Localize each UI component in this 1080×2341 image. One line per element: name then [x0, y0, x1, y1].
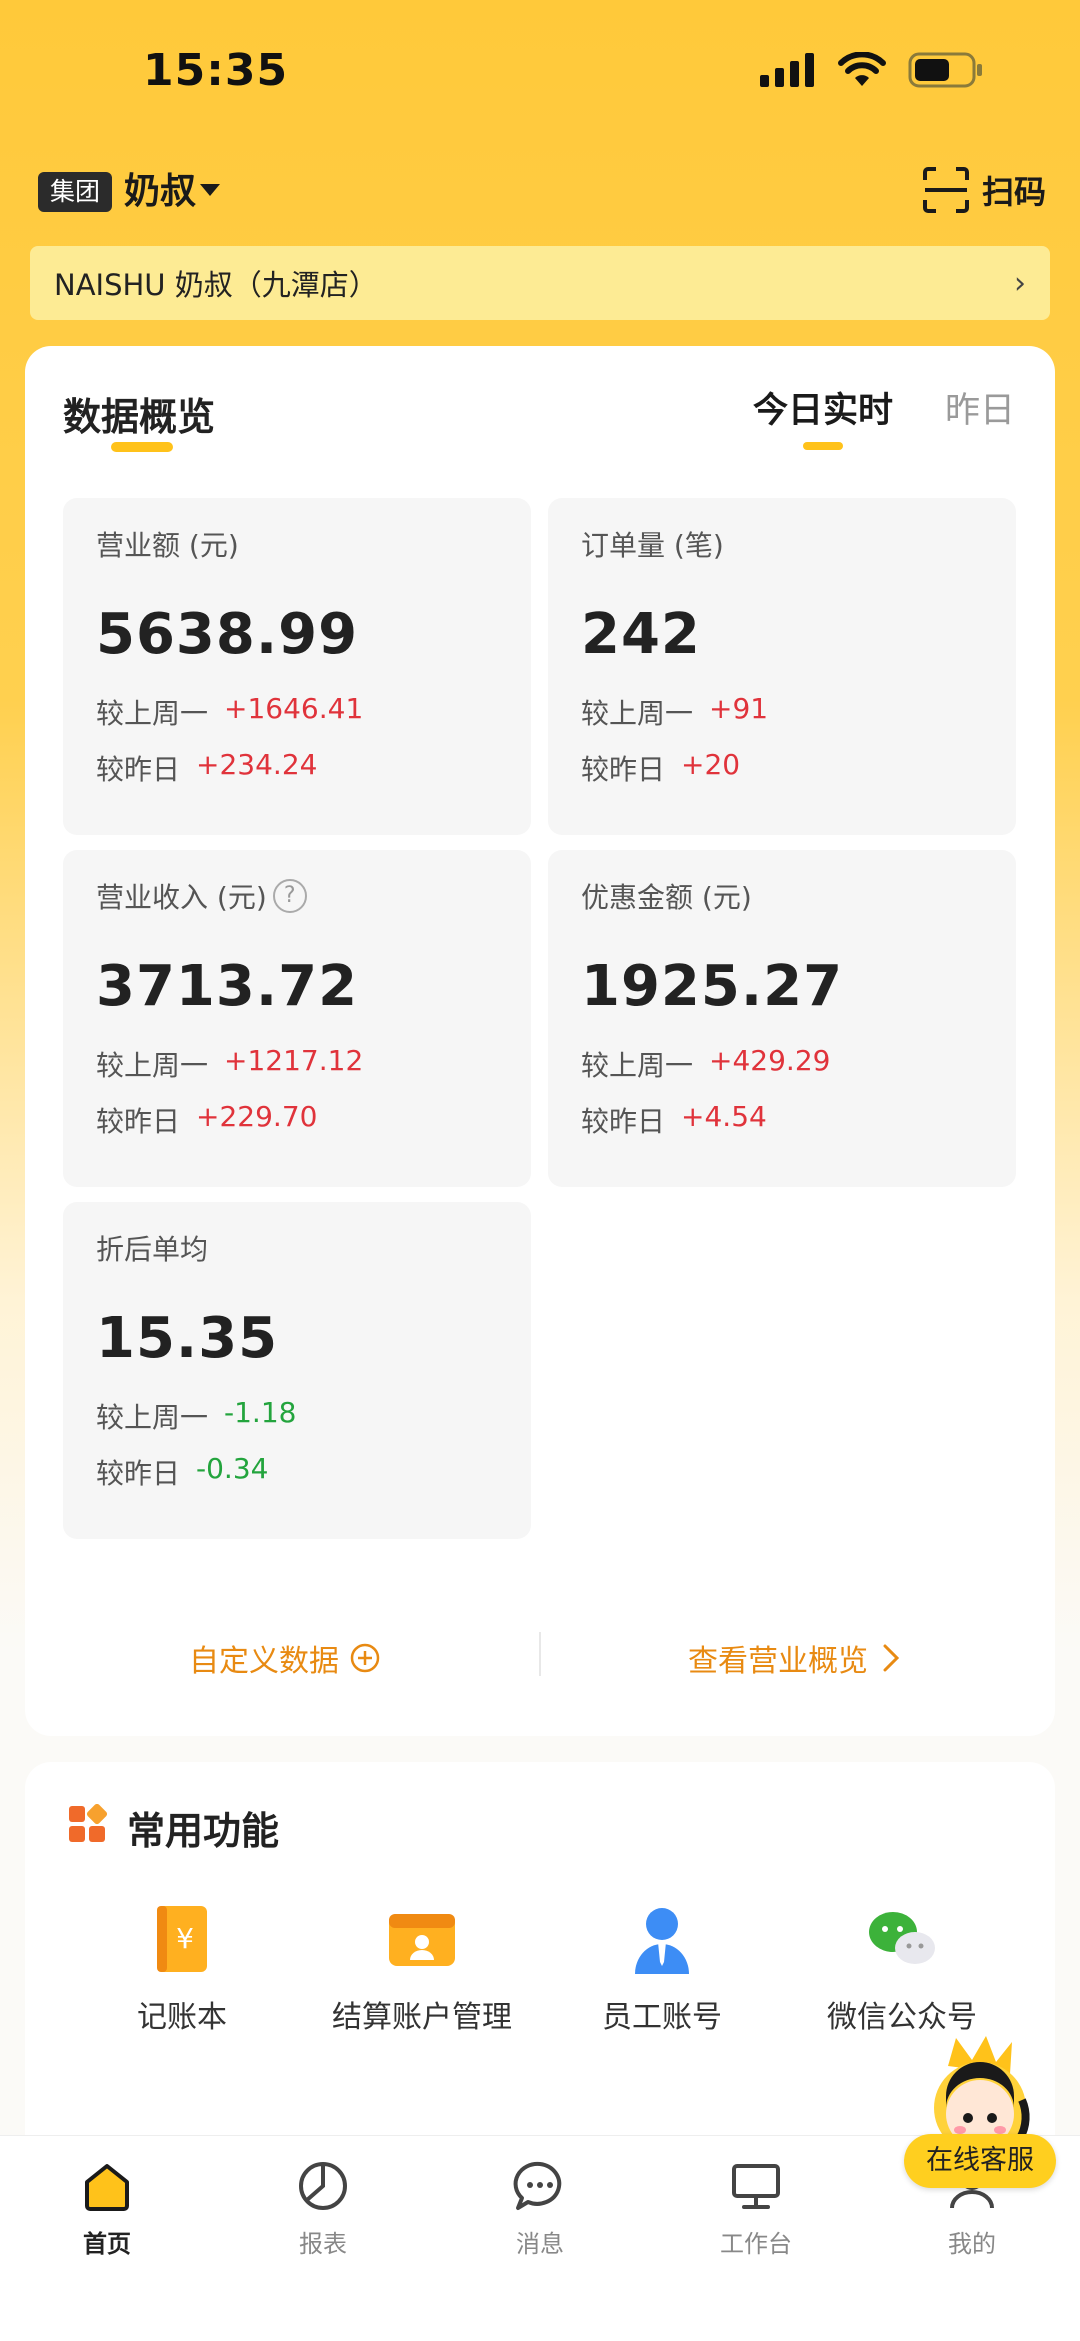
wow-value: +1646.41 [224, 692, 364, 725]
dod-value: +229.70 [196, 1100, 318, 1133]
wow-label: 较上周一 [96, 1401, 209, 1434]
wow-label: 较上周一 [96, 1049, 209, 1082]
status-bar: 15:35 [0, 0, 1080, 150]
dod-value: +20 [681, 748, 741, 781]
footer-divider [539, 1632, 541, 1676]
wow-value: +1217.12 [224, 1044, 364, 1077]
top-bar: 集团 奶叔 扫码 [0, 160, 1080, 224]
workbench-icon [732, 2164, 780, 2209]
chevron-right-icon [883, 1644, 900, 1672]
function-staff-account[interactable]: 员工账号 [537, 1902, 787, 2036]
wow-label: 较上周一 [581, 1049, 694, 1082]
metric-wow-row: 较上周一 +1646.41 [96, 692, 363, 732]
active-tab-indicator [803, 442, 843, 450]
dod-label: 较昨日 [96, 1105, 181, 1138]
tab-today-realtime[interactable]: 今日实时 [753, 382, 893, 433]
overview-title: 数据概览 [63, 395, 216, 439]
tab-report[interactable]: 报表 [233, 2156, 413, 2259]
metric-value: 15.35 [96, 1306, 279, 1371]
svg-text:¥: ¥ [176, 1922, 194, 1955]
store-selector[interactable]: NAISHU 奶叔（九潭店） › [30, 246, 1050, 320]
data-overview-card: 数据概览 今日实时 昨日 营业额 (元) 5638.99 较上周一 +1646.… [25, 346, 1055, 1736]
dod-label: 较昨日 [96, 753, 181, 786]
signal-icon [760, 53, 814, 87]
metric-wow-row: 较上周一 +91 [581, 692, 768, 732]
function-settlement-account[interactable]: 结算账户管理 [297, 1902, 547, 2036]
metric-label: 优惠金额 (元) [581, 881, 752, 914]
function-ledger[interactable]: ¥ 记账本 [57, 1902, 307, 2036]
tab-messages[interactable]: 消息 [450, 2156, 630, 2259]
home-icon [85, 2164, 129, 2211]
metric-label: 营业额 (元) [96, 529, 239, 562]
battery-icon [908, 52, 982, 88]
metric-dod-row: 较昨日 +4.54 [581, 1100, 767, 1140]
tab-yesterday[interactable]: 昨日 [945, 382, 1015, 433]
dod-label: 较昨日 [581, 1105, 666, 1138]
dod-label: 较昨日 [581, 753, 666, 786]
metric-wow-row: 较上周一 -1.18 [96, 1396, 296, 1436]
metric-value: 3713.72 [96, 954, 359, 1019]
help-icon[interactable]: ? [272, 879, 307, 913]
custom-data-button[interactable]: 自定义数据 [189, 1636, 381, 1680]
metric-wow-row: 较上周一 +429.29 [581, 1044, 830, 1084]
metric-value: 1925.27 [581, 954, 844, 1019]
org-selector[interactable]: 奶叔 [124, 166, 196, 218]
metric-card-income[interactable]: 营业收入 (元) ? 3713.72 较上周一 +1217.12 较昨日 +22… [63, 850, 531, 1187]
caret-down-icon[interactable] [200, 184, 220, 196]
dod-value: +4.54 [681, 1100, 767, 1133]
wow-label: 较上周一 [581, 697, 694, 730]
staff-icon [635, 1908, 689, 1974]
chevron-right-icon: › [1014, 265, 1026, 301]
overview-footer: 自定义数据 查看营业概览 [25, 1626, 1055, 1696]
wifi-icon [838, 52, 886, 86]
metric-wow-row: 较上周一 +1217.12 [96, 1044, 363, 1084]
wow-label: 较上周一 [96, 697, 209, 730]
function-wechat-official[interactable]: 微信公众号 [777, 1902, 1027, 2036]
tab-home[interactable]: 首页 [17, 2156, 197, 2259]
status-icons [760, 52, 984, 88]
metric-dod-row: 较昨日 +20 [581, 748, 740, 788]
add-circle-icon [350, 1643, 380, 1673]
message-icon [513, 2161, 562, 2210]
dod-value: +234.24 [196, 748, 318, 781]
metric-dod-row: 较昨日 +234.24 [96, 748, 317, 788]
tab-workbench[interactable]: 工作台 [666, 2156, 846, 2259]
grid-apps-icon [69, 1804, 108, 1842]
report-icon [299, 2162, 347, 2210]
dod-value: -0.34 [196, 1452, 269, 1485]
group-badge: 集团 [38, 172, 113, 212]
store-name: NAISHU 奶叔（九潭店） [54, 268, 378, 302]
wechat-icon [869, 1912, 935, 1964]
metric-value: 242 [581, 602, 701, 667]
metric-card-discount[interactable]: 优惠金额 (元) 1925.27 较上周一 +429.29 较昨日 +4.54 [548, 850, 1016, 1187]
metric-value: 5638.99 [96, 602, 359, 667]
view-overview-link[interactable]: 查看营业概览 [688, 1636, 900, 1680]
wow-value: +429.29 [709, 1044, 831, 1077]
wow-value: -1.18 [224, 1396, 297, 1429]
wow-value: +91 [709, 692, 769, 725]
scan-button[interactable]: 扫码 [922, 166, 1046, 214]
title-underline [111, 442, 173, 452]
status-time: 15:35 [143, 45, 289, 96]
metric-card-revenue[interactable]: 营业额 (元) 5638.99 较上周一 +1646.41 较昨日 +234.2… [63, 498, 531, 835]
ledger-icon: ¥ [157, 1906, 207, 1972]
functions-title: 常用功能 [127, 1809, 280, 1853]
metric-dod-row: 较昨日 -0.34 [96, 1452, 268, 1492]
metric-label: 折后单均 [96, 1233, 209, 1266]
scan-icon [922, 167, 969, 213]
metric-dod-row: 较昨日 +229.70 [96, 1100, 317, 1140]
wallet-icon [389, 1914, 455, 1966]
metric-label: 营业收入 (元) ? [96, 876, 307, 916]
dod-label: 较昨日 [96, 1457, 181, 1490]
metric-label: 订单量 (笔) [581, 529, 724, 562]
customer-service-button[interactable]: 在线客服 [904, 2134, 1056, 2188]
metric-card-orders[interactable]: 订单量 (笔) 242 较上周一 +91 较昨日 +20 [548, 498, 1016, 835]
scan-label: 扫码 [981, 173, 1046, 211]
metric-card-avg-order[interactable]: 折后单均 15.35 较上周一 -1.18 较昨日 -0.34 [63, 1202, 531, 1539]
